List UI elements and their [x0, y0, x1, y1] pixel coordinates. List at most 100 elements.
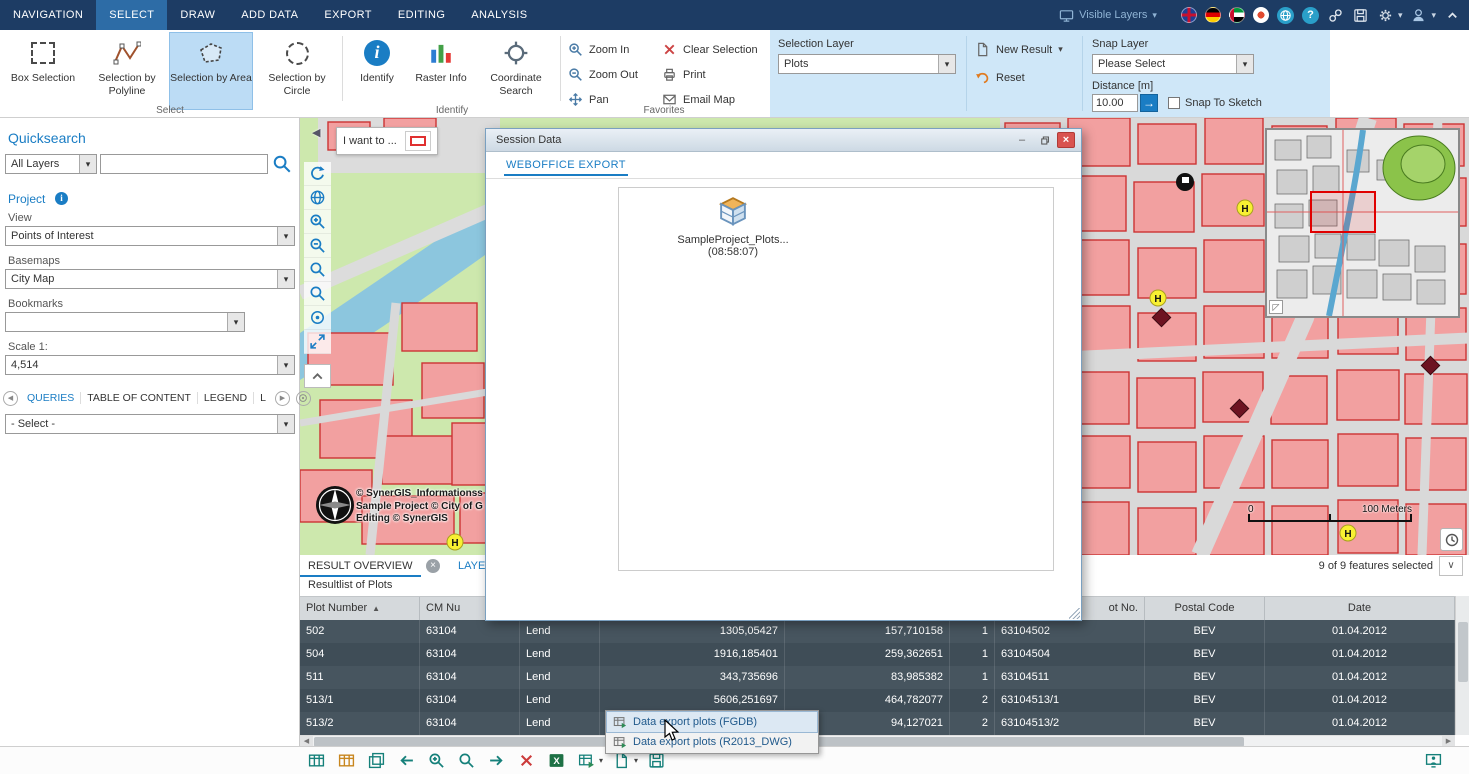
dropdown-caret-icon[interactable]: ▾ [938, 55, 955, 73]
basemaps-dropdown[interactable]: City Map ▾ [5, 269, 295, 289]
selection-by-circle-button[interactable]: Selection by Circle [256, 33, 338, 109]
remove-selection-icon[interactable] [515, 749, 538, 772]
close-result-icon[interactable]: × [426, 559, 440, 573]
distance-input[interactable] [1092, 94, 1138, 112]
dropdown-caret-icon[interactable]: ▾ [227, 313, 244, 331]
link-icon[interactable] [1327, 7, 1344, 24]
zoom-selection-button[interactable] [304, 282, 331, 306]
box-selection-button[interactable]: Box Selection [2, 33, 84, 109]
selection-layer-dropdown[interactable]: Plots ▾ [778, 54, 956, 74]
menu-tab-draw[interactable]: DRAW [167, 0, 228, 30]
selection-by-polyline-button[interactable]: Selection by Polyline [86, 33, 168, 109]
zoom-out-map-button[interactable] [304, 234, 331, 258]
globe-icon[interactable] [1277, 7, 1294, 24]
tab-result-overview[interactable]: RESULT OVERVIEW [300, 555, 421, 577]
table-row[interactable]: 513/263104Lend94,127021263104513/2BEV01.… [300, 712, 1455, 735]
minimize-icon[interactable]: – [1013, 132, 1031, 148]
menu-tab-export[interactable]: EXPORT [311, 0, 384, 30]
dropdown-caret-icon[interactable]: ▾ [277, 270, 294, 288]
next-record-icon[interactable] [485, 749, 508, 772]
flag-german-icon[interactable] [1205, 7, 1221, 23]
resize-handle[interactable] [1069, 608, 1080, 619]
viewport-rectangle[interactable] [1311, 192, 1375, 232]
table-row[interactable]: 50263104Lend1305,05427157,71015816310450… [300, 620, 1455, 643]
tab-table-of-content[interactable]: TABLE OF CONTENT [81, 392, 198, 404]
session-monitor-icon[interactable] [1422, 749, 1445, 772]
zoom-to-record-icon[interactable] [425, 749, 448, 772]
menu-item-export-fgdb[interactable]: Data export plots (FGDB) [607, 712, 817, 732]
report-export-caret-icon[interactable]: ▾ [634, 756, 638, 765]
settings-gear-icon[interactable] [1377, 7, 1394, 24]
menu-tab-add-data[interactable]: ADD DATA [228, 0, 311, 30]
zoom-to-selection-icon[interactable] [455, 749, 478, 772]
tabs-target-icon[interactable] [296, 391, 311, 406]
user-icon[interactable] [1410, 7, 1427, 24]
view-dropdown[interactable]: Points of Interest ▾ [5, 226, 295, 246]
table-row[interactable]: 50463104Lend1916,185401259,3626511631045… [300, 643, 1455, 666]
quicksearch-title[interactable]: Quicksearch [8, 130, 86, 146]
bookmarks-dropdown[interactable]: ▾ [5, 312, 245, 332]
table-export-icon[interactable] [575, 749, 598, 772]
coordinate-search-button[interactable]: Coordinate Search [476, 33, 556, 109]
overview-map[interactable]: ◸ [1265, 128, 1460, 318]
reset-button[interactable]: Reset [975, 70, 1025, 85]
save-icon[interactable] [1352, 7, 1369, 24]
query-select-dropdown[interactable]: - Select - ▾ [5, 414, 295, 434]
scale-dropdown[interactable]: 4,514 ▾ [5, 355, 295, 375]
flag-english-icon[interactable] [1181, 7, 1197, 23]
excel-export-icon[interactable] [545, 749, 568, 772]
tabs-next-icon[interactable]: ▶ [275, 391, 290, 406]
hydrant-marker[interactable]: H [1340, 525, 1356, 541]
vertical-scrollbar[interactable] [1455, 596, 1469, 735]
identify-button[interactable]: i Identify [346, 33, 408, 109]
restore-icon[interactable] [1035, 132, 1053, 148]
column-header[interactable]: Date [1265, 597, 1455, 621]
refresh-map-button[interactable] [304, 162, 331, 186]
zoom-in-button[interactable]: Zoom In [568, 42, 629, 57]
tab-layer[interactable]: LAYE [458, 555, 485, 577]
hydrant-marker[interactable]: H [1237, 200, 1253, 216]
tab-cropped[interactable]: L [254, 392, 272, 404]
column-header[interactable]: Postal Code [1145, 597, 1265, 621]
data-grid-icon[interactable] [335, 749, 358, 772]
overview-corner-icon[interactable]: ◸ [1269, 300, 1283, 314]
collapse-toolbar-icon[interactable] [304, 364, 331, 388]
visible-layers-control[interactable]: Visible Layers ▾ [1059, 8, 1157, 23]
result-table-icon[interactable] [305, 749, 328, 772]
previous-record-icon[interactable] [395, 749, 418, 772]
raster-info-button[interactable]: Raster Info [410, 33, 472, 109]
snap-layer-dropdown[interactable]: Please Select ▾ [1092, 54, 1254, 74]
tab-legend[interactable]: LEGEND [198, 392, 254, 404]
flag-language-icon[interactable] [1253, 7, 1269, 23]
menu-tab-editing[interactable]: EDITING [385, 0, 458, 30]
project-link[interactable]: Project [8, 192, 45, 206]
full-extent-button[interactable] [304, 186, 331, 210]
clear-selection-button[interactable]: Clear Selection [662, 42, 758, 57]
menu-item-export-dwg[interactable]: Data export plots (R2013_DWG) [607, 732, 817, 752]
dropdown-caret-icon[interactable]: ▾ [277, 415, 294, 433]
dropdown-caret-icon[interactable]: ▾ [79, 155, 96, 173]
menu-tab-select[interactable]: SELECT [96, 0, 167, 30]
quicksearch-input[interactable] [100, 154, 268, 174]
dropdown-caret-icon[interactable]: ▾ [277, 227, 294, 245]
poi-flag-marker[interactable] [1176, 173, 1194, 191]
table-row[interactable]: 51163104Lend343,73569683,985382163104511… [300, 666, 1455, 689]
dropdown-caret-icon[interactable]: ▾ [1236, 55, 1253, 73]
settings-caret-icon[interactable]: ▾ [1398, 10, 1403, 21]
new-result-caret-icon[interactable]: ▾ [1058, 45, 1063, 54]
help-icon[interactable]: ? [1302, 7, 1319, 24]
history-clock-button[interactable] [1440, 528, 1463, 551]
dropdown-caret-icon[interactable]: ▾ [277, 356, 294, 374]
new-result-button[interactable]: New Result ▾ [975, 42, 1063, 57]
expand-map-button[interactable] [304, 330, 331, 354]
selection-by-area-button[interactable]: Selection by Area [170, 33, 252, 109]
collapse-result-icon[interactable]: ∨ [1439, 556, 1463, 576]
zoom-in-map-button[interactable] [304, 210, 331, 234]
hydrant-marker[interactable]: H [1150, 290, 1166, 306]
copy-table-icon[interactable] [365, 749, 388, 772]
tabs-prev-icon[interactable]: ◀ [3, 391, 18, 406]
search-layer-dropdown[interactable]: All Layers ▾ [5, 154, 97, 174]
print-button[interactable]: Print [662, 67, 706, 82]
close-icon[interactable]: × [1057, 132, 1075, 148]
apply-distance-button[interactable]: → [1140, 94, 1158, 112]
